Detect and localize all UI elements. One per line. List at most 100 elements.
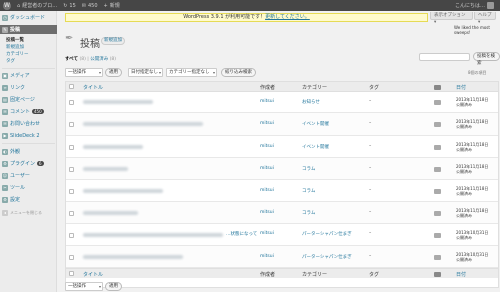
row-checkbox[interactable]: [69, 255, 74, 260]
post-category[interactable]: イベント開催: [302, 121, 329, 127]
wordpress-logo-icon[interactable]: W: [3, 1, 11, 10]
table-row[interactable]: mitsui イベント開催 – 2013年11月18日 公開済み: [66, 113, 498, 136]
comment-bubble-icon[interactable]: [434, 211, 441, 216]
help-button[interactable]: ヘルプ ▾: [474, 12, 496, 25]
post-title-blurred[interactable]: [83, 189, 163, 193]
post-author[interactable]: mitsui: [260, 166, 274, 171]
column-date[interactable]: 日付: [456, 84, 466, 91]
filter-all[interactable]: すべて: [65, 57, 78, 62]
top-note: We liked the most sweeps!: [454, 25, 490, 35]
row-checkbox[interactable]: [69, 233, 74, 238]
category-filter-select[interactable]: カテゴリー指定なし: [166, 68, 217, 77]
post-title-blurred[interactable]: [83, 167, 128, 171]
table-row[interactable]: …状態になって mitsui パーターシャパン仕まぎ – 2013年10月31日…: [66, 224, 498, 246]
column-title[interactable]: タイトル: [83, 84, 103, 91]
comment-bubble-icon[interactable]: [434, 122, 441, 127]
table-row[interactable]: mitsui パーターシャパン仕まぎ – 2013年10月31日 公開済み: [66, 246, 498, 268]
table-row[interactable]: mitsui コラム – 2013年11月18日 公開済み: [66, 158, 498, 180]
menu-posts[interactable]: ✎ 投稿: [0, 25, 57, 34]
column-title-footer[interactable]: タイトル: [83, 271, 103, 278]
menu-links[interactable]: ∞ リンク: [0, 83, 57, 92]
admin-bar-home-icon[interactable]: ⌂ 経営者のブロ…: [17, 2, 57, 10]
post-title-blurred[interactable]: [83, 145, 143, 149]
search-input[interactable]: [419, 53, 470, 61]
bulk-action-select-bottom[interactable]: 一括操作: [65, 282, 103, 291]
post-title-visible[interactable]: …状態になって: [226, 231, 257, 237]
filter-button[interactable]: 絞り込み検索: [221, 68, 256, 77]
select-all-checkbox[interactable]: [69, 84, 74, 89]
post-title-blurred[interactable]: [83, 211, 138, 215]
comment-bubble-icon[interactable]: [434, 189, 441, 194]
post-category[interactable]: コラム: [302, 210, 315, 216]
post-category[interactable]: お知らせ: [302, 99, 320, 105]
comment-bubble-icon[interactable]: [434, 255, 441, 260]
post-tags: –: [369, 144, 372, 149]
menu-dashboard[interactable]: ◷ ダッシュボード: [0, 13, 57, 22]
filter-published[interactable]: 公開済み: [90, 57, 108, 62]
select-all-checkbox-footer[interactable]: [69, 271, 74, 276]
bulk-action-select[interactable]: 一括操作: [65, 68, 103, 77]
menu-pages[interactable]: ▤ 固定ページ: [0, 95, 57, 104]
add-new-button[interactable]: 新規追加: [101, 37, 125, 45]
menu-users[interactable]: ☺ ユーザー: [0, 171, 57, 180]
menu-contact[interactable]: ✉ お問い合わせ: [0, 119, 57, 128]
comment-bubble-icon[interactable]: [434, 233, 441, 238]
post-title-blurred[interactable]: [83, 100, 153, 104]
post-title-blurred[interactable]: [83, 233, 223, 237]
column-date-footer[interactable]: 日付: [456, 271, 466, 278]
post-author[interactable]: mitsui: [260, 121, 274, 126]
comments-column-icon-footer[interactable]: [434, 272, 441, 277]
post-author[interactable]: mitsui: [260, 254, 274, 259]
post-author[interactable]: mitsui: [260, 231, 274, 236]
row-checkbox[interactable]: [69, 189, 74, 194]
post-author[interactable]: mitsui: [260, 99, 274, 104]
post-category[interactable]: パーターシャパン仕まぎ: [302, 254, 352, 260]
menu-appearance[interactable]: ◐ 外観: [0, 147, 57, 156]
admin-bar-account[interactable]: こんにちは…: [455, 0, 494, 11]
row-checkbox[interactable]: [69, 145, 74, 150]
menu-comments[interactable]: ✉ コメント 450: [0, 107, 57, 116]
row-checkbox[interactable]: [69, 211, 74, 216]
post-author[interactable]: mitsui: [260, 144, 274, 149]
row-checkbox[interactable]: [69, 122, 74, 127]
post-title-blurred[interactable]: [83, 122, 203, 126]
row-checkbox[interactable]: [69, 167, 74, 172]
site-name[interactable]: 経営者のブロ…: [22, 2, 57, 9]
search-posts-button[interactable]: 投稿を検索: [473, 52, 500, 66]
submenu-all-posts[interactable]: 投稿一覧: [6, 37, 24, 43]
table-row[interactable]: mitsui お知らせ – 2013年11月18日 公開済み: [66, 92, 498, 113]
post-author[interactable]: mitsui: [260, 188, 274, 193]
post-category[interactable]: コラム: [302, 166, 315, 172]
menu-plugins[interactable]: ⚙ プラグイン 6: [0, 159, 57, 168]
screen-options-button[interactable]: 表示オプション ▾: [430, 12, 473, 25]
post-category[interactable]: イベント開催: [302, 144, 329, 150]
comment-bubble-icon[interactable]: [434, 167, 441, 172]
comment-bubble-icon[interactable]: [434, 100, 441, 105]
submenu-categories[interactable]: カテゴリー: [6, 51, 29, 57]
table-row[interactable]: mitsui コラム – 2013年11月18日 公開済み: [66, 180, 498, 202]
submenu-tags[interactable]: タグ: [6, 58, 15, 64]
post-title-blurred[interactable]: [83, 255, 183, 259]
post-tags: –: [369, 99, 372, 104]
menu-media[interactable]: ▣ メディア: [0, 71, 57, 80]
admin-bar-updates[interactable]: ↻ 15: [63, 3, 76, 9]
table-row[interactable]: mitsui イベント開催 – 2013年11月18日 公開済み: [66, 136, 498, 158]
comment-bubble-icon[interactable]: [434, 145, 441, 150]
apply-button-bottom[interactable]: 適用: [105, 282, 122, 291]
menu-collapse[interactable]: ◂ メニューを閉じる: [0, 208, 57, 217]
menu-settings[interactable]: ⚙ 設定: [0, 195, 57, 204]
admin-bar-new[interactable]: + 新規: [104, 2, 120, 10]
post-category[interactable]: コラム: [302, 188, 315, 194]
menu-tools[interactable]: ✂ ツール: [0, 183, 57, 192]
notice-update-link[interactable]: 更新してください。: [265, 14, 310, 20]
menu-slidedeck[interactable]: ▶ SlideDeck 2: [0, 131, 57, 140]
apply-button[interactable]: 適用: [105, 68, 122, 77]
submenu-add-new[interactable]: 新規追加: [6, 44, 24, 50]
post-category[interactable]: パーターシャパン仕まぎ: [302, 231, 352, 237]
post-author[interactable]: mitsui: [260, 210, 274, 215]
row-checkbox[interactable]: [69, 100, 74, 105]
admin-bar-comments[interactable]: ✉ 450: [82, 3, 98, 9]
table-row[interactable]: mitsui コラム – 2013年11月18日 公開済み: [66, 202, 498, 224]
comments-column-icon[interactable]: [434, 85, 441, 90]
date-filter-select[interactable]: 日付指定なし: [128, 68, 163, 77]
